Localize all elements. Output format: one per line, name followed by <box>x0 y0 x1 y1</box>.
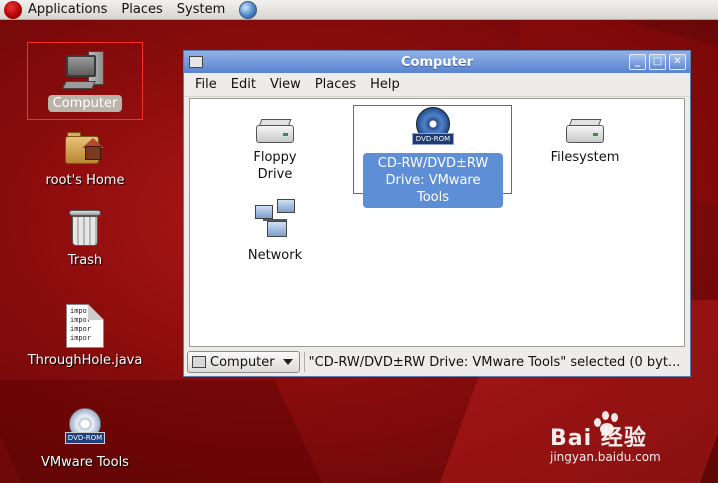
minimize-button[interactable]: _ <box>629 54 646 70</box>
desktop-icon-vmware-tools[interactable]: DVD-ROM VMware Tools <box>27 408 143 471</box>
redhat-logo-icon[interactable] <box>4 0 22 19</box>
item-network[interactable]: Network <box>230 199 320 264</box>
icon-view[interactable]: Floppy Drive DVD-ROM CD-RW/DVD±RW Drive:… <box>189 98 685 347</box>
watermark-url: jingyan.baidu.com <box>550 450 661 464</box>
menu-system[interactable]: System <box>177 2 225 17</box>
location-dropdown[interactable]: Computer <box>187 351 300 373</box>
computer-icon <box>62 51 106 91</box>
top-panel: Applications Places System <box>0 0 718 20</box>
item-label: Floppy Drive <box>253 150 297 182</box>
network-icon <box>253 199 297 243</box>
desktop-icon-java-file[interactable]: impor impor impor impor ThroughHole.java <box>27 304 143 369</box>
baidu-jingyan-watermark: Bai 经验 jingyan.baidu.com <box>550 410 710 470</box>
trash-icon <box>69 208 101 248</box>
menu-applications[interactable]: Applications <box>28 2 107 17</box>
desktop-icon-label: ThroughHole.java <box>27 353 143 368</box>
window-title: Computer <box>400 54 474 70</box>
status-text: "CD-RW/DVD±RW Drive: VMware Tools" selec… <box>308 354 681 370</box>
item-label: Filesystem <box>550 150 620 165</box>
menu-edit[interactable]: Edit <box>224 77 263 92</box>
chevron-down-icon <box>282 359 293 365</box>
item-cdrom-drive[interactable]: DVD-ROM CD-RW/DVD±RW Drive: VMware Tools <box>356 107 510 208</box>
desktop-icon-label: Trash <box>67 253 103 268</box>
desktop-icon-trash[interactable]: Trash <box>27 208 143 269</box>
item-filesystem[interactable]: Filesystem <box>540 111 630 166</box>
item-floppy-drive[interactable]: Floppy Drive <box>230 111 320 183</box>
dvd-disc-icon: DVD-ROM <box>64 408 106 450</box>
item-label: CD-RW/DVD±RW Drive: VMware Tools <box>363 153 503 208</box>
item-label: Network <box>247 248 303 263</box>
menu-view[interactable]: View <box>263 77 308 92</box>
menu-places[interactable]: Places <box>121 2 162 17</box>
menu-file[interactable]: File <box>188 77 224 92</box>
desktop-icon-home[interactable]: root's Home <box>27 128 143 189</box>
window-menubar: File Edit View Places Help <box>184 73 690 97</box>
window-statusbar: Computer "CD-RW/DVD±RW Drive: VMware Too… <box>187 350 687 374</box>
location-dropdown-label: Computer <box>210 354 275 370</box>
computer-icon <box>192 356 206 368</box>
menu-help[interactable]: Help <box>363 77 407 92</box>
watermark-brand: Bai 经验 <box>550 426 647 451</box>
close-button[interactable]: ✕ <box>669 54 686 70</box>
window-titlebar[interactable]: Computer _ □ ✕ <box>184 51 690 73</box>
menu-places[interactable]: Places <box>308 77 363 92</box>
desktop-icon-label: VMware Tools <box>41 455 129 470</box>
desktop-icon-label: root's Home <box>45 173 125 188</box>
desktop-icon-computer[interactable]: Computer <box>27 42 143 120</box>
hard-drive-icon <box>566 119 604 145</box>
maximize-button[interactable]: □ <box>649 54 666 70</box>
dvd-drive-icon: DVD-ROM <box>412 107 454 149</box>
desktop-icon-label: Computer <box>47 95 123 112</box>
floppy-drive-icon <box>256 119 294 145</box>
home-folder-icon <box>65 128 105 168</box>
computer-window: Computer _ □ ✕ File Edit View Places Hel… <box>183 50 691 377</box>
status-separator <box>303 352 305 372</box>
web-browser-launcher-icon[interactable] <box>239 0 258 19</box>
window-menu-icon[interactable] <box>189 56 203 68</box>
text-file-icon: impor impor impor impor <box>66 304 104 348</box>
